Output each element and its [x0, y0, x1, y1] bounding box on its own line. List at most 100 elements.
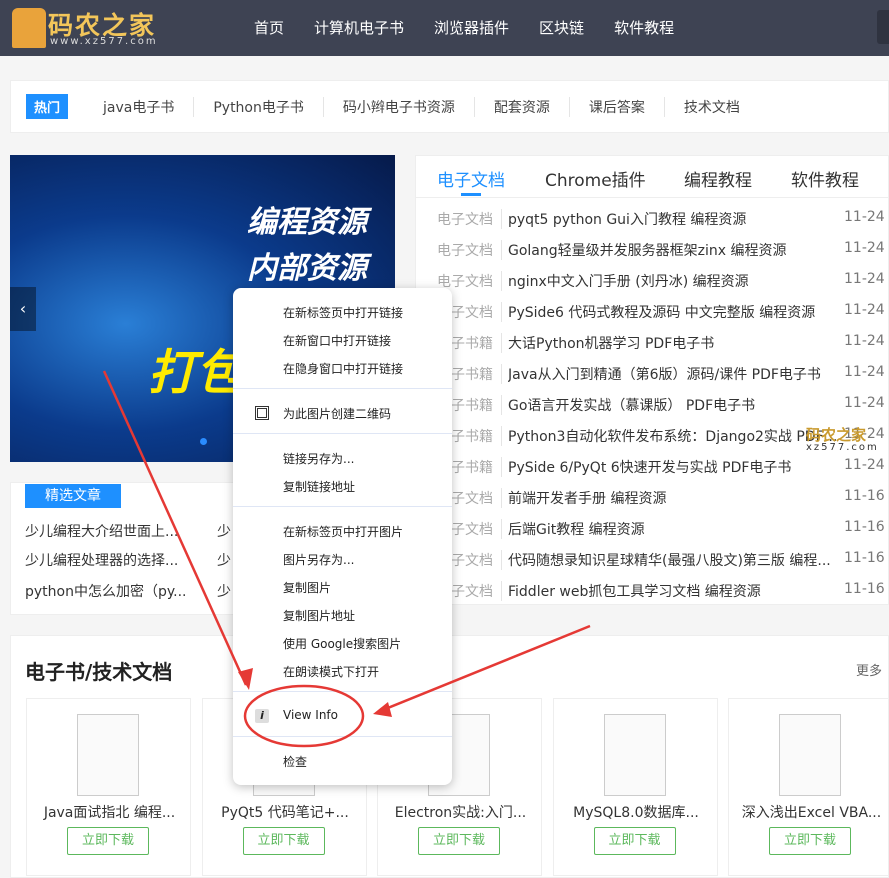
item-title[interactable]: PySide 6/PyQt 6快速开发与实战 PDF电子书	[508, 457, 838, 477]
menu-item[interactable]: 链接另存为...	[283, 450, 354, 467]
menu-item[interactable]: 复制图片	[283, 579, 331, 596]
menu-separator	[233, 388, 452, 389]
menu-item[interactable]: 为此图片创建二维码	[283, 405, 391, 422]
item-date: 11-24	[844, 302, 885, 318]
search-button[interactable]	[877, 10, 889, 44]
item-title[interactable]: 代码随想录知识星球精华(最强八股文)第三版 编程...	[508, 550, 838, 570]
qr-code-icon	[255, 406, 269, 420]
hot-link[interactable]: java电子书	[103, 97, 193, 117]
book-title[interactable]: PyQt5 代码笔记+...	[203, 802, 368, 822]
article-link[interactable]: 少儿编程大介绍世面上...	[25, 521, 178, 541]
list-item[interactable]: 电子书籍 Java从入门到精通（第6版）源码/课件 PDF电子书 11-24	[416, 364, 889, 395]
download-button[interactable]: 立即下载	[418, 827, 500, 855]
carousel-dot[interactable]	[200, 438, 207, 445]
hot-link[interactable]: Python电子书	[193, 97, 323, 117]
item-title[interactable]: nginx中文入门手册 (刘丹冰) 编程资源	[508, 271, 838, 291]
item-date: 11-24	[844, 395, 885, 411]
article-link[interactable]: 少儿编程处理器的选择...	[25, 550, 178, 570]
book-card[interactable]: 深入浅出Excel VBA... 立即下载	[728, 698, 889, 876]
resource-tabs: 电子文档 Chrome插件 编程教程 软件教程 电子文档 pyqt5 python…	[415, 155, 889, 605]
list-item[interactable]: 电子文档 后端Git教程 编程资源 11-16	[416, 519, 889, 550]
nav-home[interactable]: 首页	[254, 17, 284, 38]
tab-software-tutorials[interactable]: 软件教程	[791, 166, 859, 191]
more-link[interactable]: 更多	[856, 660, 882, 679]
logo-reader-icon	[12, 8, 46, 48]
list-item[interactable]: 电子文档 PySide6 代码式教程及源码 中文完整版 编程资源 11-24	[416, 302, 889, 333]
item-title[interactable]: Java从入门到精通（第6版）源码/课件 PDF电子书	[508, 364, 838, 384]
article-link[interactable]: 少	[217, 550, 231, 570]
item-title[interactable]: Python3自动化软件发布系统：Django2实战 PDF电子书	[508, 426, 838, 446]
list-item[interactable]: 电子文档 前端开发者手册 编程资源 11-16	[416, 488, 889, 519]
menu-item[interactable]: 在新标签页中打开链接	[283, 304, 403, 321]
download-button[interactable]: 立即下载	[242, 827, 325, 855]
list-item[interactable]: 电子书籍 大话Python机器学习 PDF电子书 11-24	[416, 333, 889, 364]
list-item[interactable]: 电子文档 Golang轻量级并发服务器框架zinx 编程资源 11-24	[416, 240, 889, 271]
chevron-left-icon[interactable]: ‹	[10, 287, 36, 331]
hot-link[interactable]: 配套资源	[473, 97, 569, 117]
list-item[interactable]: 电子书籍 Go语言开发实战（慕课版） PDF电子书 11-24	[416, 395, 889, 426]
item-title[interactable]: 后端Git教程 编程资源	[508, 519, 838, 539]
book-title[interactable]: 深入浅出Excel VBA...	[729, 802, 889, 822]
item-date: 11-24	[844, 457, 885, 473]
tab-chrome-plugins[interactable]: Chrome插件	[545, 166, 646, 191]
menu-item[interactable]: 在新标签页中打开图片	[283, 523, 403, 540]
menu-item[interactable]: 检查	[283, 753, 307, 770]
item-title[interactable]: pyqt5 python Gui入门教程 编程资源	[508, 209, 838, 229]
nav-ebooks[interactable]: 计算机电子书	[314, 17, 404, 38]
featured-tag: 精选文章	[25, 484, 121, 508]
download-button[interactable]: 立即下载	[593, 827, 676, 855]
list-item[interactable]: 电子文档 nginx中文入门手册 (刘丹冰) 编程资源 11-24	[416, 271, 889, 302]
item-title[interactable]: Fiddler web抓包工具学习文档 编程资源	[508, 581, 838, 601]
menu-item[interactable]: 图片另存为...	[283, 551, 354, 568]
hot-link[interactable]: 码小辫电子书资源	[322, 97, 474, 117]
book-cover[interactable]	[77, 714, 139, 796]
banner-line: 打包	[148, 345, 245, 401]
menu-item[interactable]: 在朗读模式下打开	[283, 663, 379, 680]
menu-item[interactable]: 在隐身窗口中打开链接	[283, 360, 403, 377]
article-link[interactable]: python中怎么加密（py...	[25, 581, 187, 601]
book-title[interactable]: Java面试指北 编程...	[27, 802, 192, 822]
menu-item[interactable]: 复制图片地址	[283, 607, 355, 624]
section-title: 电子书/技术文档	[25, 660, 173, 684]
article-link[interactable]: 少	[217, 581, 231, 601]
book-cover[interactable]	[779, 714, 841, 796]
banner-line: 内部资源	[247, 251, 367, 286]
book-title[interactable]: MySQL8.0数据库...	[554, 802, 719, 822]
item-title[interactable]: Golang轻量级并发服务器框架zinx 编程资源	[508, 240, 838, 260]
download-button[interactable]: 立即下载	[67, 827, 149, 855]
menu-separator	[233, 433, 452, 434]
banner-line: 编程资源	[247, 205, 367, 240]
download-button[interactable]: 立即下载	[769, 827, 851, 855]
list-item[interactable]: 电子书籍 PySide 6/PyQt 6快速开发与实战 PDF电子书 11-24	[416, 457, 889, 488]
item-date: 11-16	[844, 550, 885, 566]
hot-link[interactable]: 课后答案	[568, 97, 664, 117]
menu-item[interactable]: 复制链接地址	[283, 478, 355, 495]
book-title[interactable]: Electron实战:入门...	[378, 802, 543, 822]
article-link[interactable]: 少	[217, 521, 231, 541]
menu-item[interactable]: View Info	[283, 708, 338, 722]
item-category: 电子文档	[437, 209, 502, 229]
nav-browser-plugins[interactable]: 浏览器插件	[434, 17, 509, 38]
tab-programming-tutorials[interactable]: 编程教程	[684, 166, 752, 191]
nav-software-tutorials[interactable]: 软件教程	[614, 17, 674, 38]
nav-blockchain[interactable]: 区块链	[539, 17, 584, 38]
book-card[interactable]: MySQL8.0数据库... 立即下载	[552, 698, 719, 876]
top-header: 码农之家 www.xz577.com 首页 计算机电子书 浏览器插件 区块链 软…	[0, 0, 889, 56]
item-title[interactable]: PySide6 代码式教程及源码 中文完整版 编程资源	[508, 302, 838, 322]
tab-ebook-docs[interactable]: 电子文档	[437, 166, 505, 191]
item-title[interactable]: 前端开发者手册 编程资源	[508, 488, 838, 508]
list-item[interactable]: 电子文档 代码随想录知识星球精华(最强八股文)第三版 编程... 11-16	[416, 550, 889, 581]
site-logo[interactable]: 码农之家 www.xz577.com	[12, 6, 172, 50]
menu-item[interactable]: 在新窗口中打开链接	[283, 332, 391, 349]
hot-tag: 热门	[26, 94, 69, 119]
item-title[interactable]: 大话Python机器学习 PDF电子书	[508, 333, 838, 353]
book-cover[interactable]	[603, 714, 666, 796]
list-item[interactable]: 电子文档 pyqt5 python Gui入门教程 编程资源 11-24	[416, 209, 889, 240]
hot-link[interactable]: 技术文档	[663, 97, 759, 117]
menu-item[interactable]: 使用 Google搜索图片	[283, 635, 401, 652]
context-menu: 在新标签页中打开链接 在新窗口中打开链接 在隐身窗口中打开链接 为此图片创建二维码 链接…	[233, 288, 452, 785]
book-card[interactable]: Java面试指北 编程... 立即下载	[26, 698, 191, 876]
item-title[interactable]: Go语言开发实战（慕课版） PDF电子书	[508, 395, 838, 415]
list-item[interactable]: 电子文档 Fiddler web抓包工具学习文档 编程资源 11-16	[416, 581, 889, 612]
logo-url: www.xz577.com	[50, 36, 158, 47]
